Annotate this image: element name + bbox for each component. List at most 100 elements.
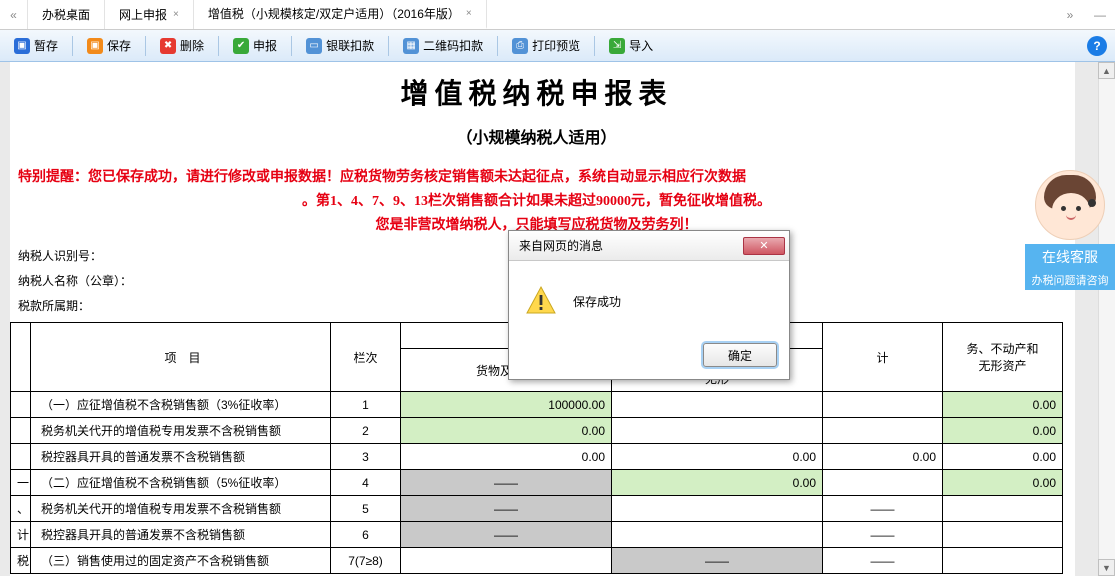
btn-declare[interactable]: ✔申报 — [227, 34, 283, 57]
cell-value[interactable]: —— — [823, 522, 943, 548]
close-icon[interactable]: × — [466, 8, 472, 19]
cell-value[interactable] — [823, 392, 943, 418]
th-sum-pre: 计 — [823, 323, 943, 392]
cell-value[interactable] — [823, 470, 943, 496]
scrollbar-up-button[interactable]: ▲ — [1098, 62, 1115, 79]
warn-line1: 特别提醒：您已保存成功，请进行修改或申报数据！应税货物劳务核定销售额未达起征点，… — [18, 170, 746, 185]
row-side-label: 税 — [11, 548, 31, 574]
tab-strip: « 办税桌面 网上申报 × 增值税（小规模核定/双定户适用）（2016年版） × »… — [0, 0, 1115, 30]
cell-value[interactable]: 0.00 — [401, 418, 612, 444]
cell-value[interactable]: —— — [823, 548, 943, 574]
table-row: （一）应征增值税不含税销售额（3%征收率）1100000.000.00 — [11, 392, 1063, 418]
warn-line2: 。第1、4、7、9、13栏次销售额合计如果未超过90000元，暂免征收增值税。 — [18, 190, 1055, 214]
cell-value[interactable]: 0.00 — [612, 444, 823, 470]
btn-label: 导入 — [629, 37, 653, 54]
cell-value[interactable]: —— — [612, 548, 823, 574]
row-item-label: 税务机关代开的增值税专用发票不含税销售额 — [31, 418, 331, 444]
support-widget[interactable]: 在线客服 办税问题请咨询 — [1025, 170, 1115, 290]
cell-value[interactable] — [943, 496, 1063, 522]
cell-value[interactable]: 0.00 — [401, 444, 612, 470]
printer-icon: ⎙ — [512, 38, 528, 54]
btn-label: 银联扣款 — [326, 37, 374, 54]
form-subtitle: （小规模纳税人适用） — [10, 124, 1063, 148]
qr-icon: ▦ — [403, 38, 419, 54]
scrollbar-track[interactable] — [1098, 79, 1115, 559]
tab-label: 网上申报 — [119, 6, 167, 23]
cell-value[interactable]: —— — [823, 496, 943, 522]
row-item-label: （一）应征增值税不含税销售额（3%征收率） — [31, 392, 331, 418]
toolbar: ▣暂存 ▣保存 ✖删除 ✔申报 ▭银联扣款 ▦二维码扣款 ⎙打印预览 ⇲导入 ? — [0, 30, 1115, 62]
row-item-label: （二）应征增值税不含税销售额（5%征收率） — [31, 470, 331, 496]
tab-label: 增值税（小规模核定/双定户适用）（2016年版） — [208, 5, 460, 22]
card-icon: ▭ — [306, 38, 322, 54]
cell-value[interactable] — [612, 392, 823, 418]
btn-label: 暂存 — [34, 37, 58, 54]
check-icon: ✔ — [233, 38, 249, 54]
btn-label: 打印预览 — [532, 37, 580, 54]
form-title: 增值税纳税申报表 — [10, 72, 1063, 112]
dialog-ok-button[interactable]: 确定 — [703, 343, 777, 367]
row-side-label — [11, 418, 31, 444]
cell-value[interactable] — [943, 548, 1063, 574]
btn-temp-save[interactable]: ▣暂存 — [8, 34, 64, 57]
row-lanci: 5 — [331, 496, 401, 522]
row-lanci: 6 — [331, 522, 401, 548]
table-row: 税控器具开具的普通发票不含税销售额30.000.000.000.00 — [11, 444, 1063, 470]
btn-label: 删除 — [180, 37, 204, 54]
cell-value[interactable]: —— — [401, 496, 612, 522]
row-side-label — [11, 392, 31, 418]
warning-icon — [525, 285, 557, 317]
btn-delete[interactable]: ✖删除 — [154, 34, 210, 57]
row-side-label: 、 — [11, 496, 31, 522]
tab-desktop[interactable]: 办税桌面 — [28, 0, 105, 29]
scrollbar-down-button[interactable]: ▼ — [1098, 559, 1115, 576]
th-lanci: 栏次 — [331, 323, 401, 392]
th-sum-suf: 务、不动产和无形资产 — [943, 323, 1063, 392]
btn-save[interactable]: ▣保存 — [81, 34, 137, 57]
cell-value[interactable]: —— — [401, 522, 612, 548]
btn-qrpay[interactable]: ▦二维码扣款 — [397, 34, 489, 57]
cell-value[interactable] — [823, 418, 943, 444]
dialog-title: 来自网页的消息 — [519, 237, 603, 254]
row-side-label: 一 — [11, 470, 31, 496]
tabs-next-button[interactable]: » — [1055, 0, 1085, 29]
help-button[interactable]: ? — [1087, 36, 1107, 56]
table-row: 、税务机关代开的增值税专用发票不含税销售额5———— — [11, 496, 1063, 522]
cell-value[interactable] — [612, 496, 823, 522]
th-item: 项 目 — [31, 323, 331, 392]
cell-value[interactable]: 0.00 — [943, 392, 1063, 418]
row-item-label: 税控器具开具的普通发票不含税销售额 — [31, 522, 331, 548]
cell-value[interactable]: 100000.00 — [401, 392, 612, 418]
minimize-button[interactable]: — — [1085, 0, 1115, 29]
close-icon[interactable]: × — [173, 9, 179, 20]
row-side-label — [11, 444, 31, 470]
row-item-label: （三）销售使用过的固定资产不含税销售额 — [31, 548, 331, 574]
dialog-close-button[interactable]: ✕ — [743, 237, 785, 255]
btn-import[interactable]: ⇲导入 — [603, 34, 659, 57]
cell-value[interactable]: 0.00 — [943, 418, 1063, 444]
tab-online-declare[interactable]: 网上申报 × — [105, 0, 194, 29]
cell-value[interactable]: 0.00 — [612, 470, 823, 496]
row-lanci: 3 — [331, 444, 401, 470]
cell-value[interactable] — [612, 418, 823, 444]
alert-dialog: 来自网页的消息 ✕ 保存成功 确定 — [508, 230, 790, 380]
cell-value[interactable] — [401, 548, 612, 574]
row-lanci: 4 — [331, 470, 401, 496]
tab-vat-form[interactable]: 增值税（小规模核定/双定户适用）（2016年版） × — [194, 0, 487, 29]
btn-label: 二维码扣款 — [423, 37, 483, 54]
cell-value[interactable]: 0.00 — [943, 444, 1063, 470]
cell-value[interactable]: 0.00 — [823, 444, 943, 470]
cell-value[interactable]: 0.00 — [943, 470, 1063, 496]
btn-unionpay[interactable]: ▭银联扣款 — [300, 34, 380, 57]
dialog-message: 保存成功 — [573, 293, 621, 310]
cell-value[interactable]: —— — [401, 470, 612, 496]
tab-label: 办税桌面 — [42, 6, 90, 23]
cell-value[interactable] — [612, 522, 823, 548]
row-lanci: 2 — [331, 418, 401, 444]
btn-print-preview[interactable]: ⎙打印预览 — [506, 34, 586, 57]
row-side-label: 计 — [11, 522, 31, 548]
tabs-prev-button[interactable]: « — [0, 0, 28, 29]
table-row: 税务机关代开的增值税专用发票不含税销售额20.000.00 — [11, 418, 1063, 444]
support-avatar — [1035, 170, 1105, 240]
cell-value[interactable] — [943, 522, 1063, 548]
